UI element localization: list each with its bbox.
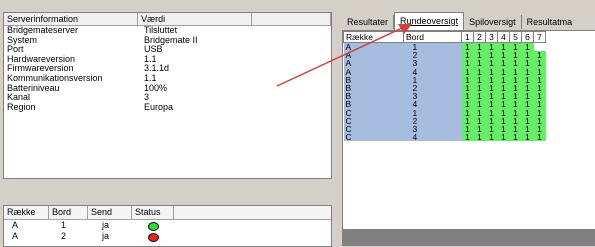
tab-resultatma[interactable]: Resultatma — [522, 15, 578, 29]
tab-rundeoversigt[interactable]: Rundeoversigt — [394, 12, 465, 30]
status-row-status — [142, 231, 183, 242]
grid-header-round[interactable]: 7 — [533, 31, 546, 43]
server-info-value: USB — [144, 44, 163, 55]
header-status[interactable]: Status — [132, 206, 174, 219]
server-info-value: 100% — [144, 82, 168, 93]
status-row-raekke: A — [12, 231, 19, 241]
status-dot-icon — [148, 233, 159, 242]
server-info-key: System — [7, 34, 38, 45]
tab-bar: Resultater Rundeoversigt Spiloversigt Re… — [342, 12, 577, 30]
server-info-row[interactable]: Region Europa — [4, 101, 331, 113]
server-info-value: Europa — [144, 101, 174, 112]
grid-header-round[interactable]: 5 — [509, 31, 522, 43]
header-bord[interactable]: Bord — [49, 206, 88, 219]
tab-spiloversigt[interactable]: Spiloversigt — [464, 15, 522, 29]
status-row-send: ja — [102, 231, 110, 241]
status-row-status — [142, 220, 183, 231]
round-overview-grid-panel: Række Bord 1234567 A1111111A21111111A311… — [342, 30, 595, 246]
server-info-rows: Bridgemateserver Tilsluttet System Bridgema… — [4, 25, 331, 113]
grid-cell-round: 1 — [497, 133, 510, 142]
grid-cell-round: 1 — [509, 133, 522, 142]
server-info-row[interactable]: Batteriniveau 100% — [4, 82, 331, 94]
grid-cell-raekke: C — [343, 133, 404, 142]
header-raekke[interactable]: Række — [4, 206, 49, 219]
status-row-raekke: A — [12, 220, 19, 230]
status-list-header: Række Bord Send Status — [4, 206, 331, 220]
grid-cell-round: 1 — [461, 133, 474, 142]
grid-cell-raekke: A — [343, 42, 404, 52]
grid-cell-raekke: A — [343, 51, 404, 60]
header-vaerdi[interactable]: Værdi — [138, 13, 253, 25]
server-info-row[interactable]: System Bridgemate II — [4, 34, 331, 46]
server-info-key: Region — [7, 101, 36, 112]
status-list-rows: A 1 ja A 2 ja — [4, 220, 331, 242]
grid-header-round[interactable]: 3 — [485, 31, 498, 43]
round-table-header: Række Bord 1234567 — [343, 31, 546, 43]
round-overview-table: Række Bord 1234567 A1111111A21111111A311… — [343, 31, 546, 142]
grid-cell-raekke: C — [343, 108, 404, 117]
header-send[interactable]: Send — [88, 206, 132, 219]
grid-header-round[interactable]: 6 — [521, 31, 534, 43]
grid-header-bord[interactable]: Bord — [403, 31, 462, 43]
grid-cell-raekke: B — [343, 100, 404, 109]
grid-cell-round: 1 — [473, 133, 486, 142]
grid-row[interactable]: C41111111 — [343, 133, 546, 142]
grid-cell-round: 1 — [533, 133, 546, 142]
grid-header-raekke[interactable]: Række — [343, 31, 404, 43]
grid-cell-raekke: C — [343, 125, 404, 133]
status-row-bord: 2 — [61, 231, 67, 241]
server-info-value: 3.1.1d — [144, 63, 170, 74]
grid-header-round[interactable]: 4 — [497, 31, 510, 43]
status-row-send: ja — [102, 220, 110, 230]
status-row-bord: 1 — [61, 220, 67, 230]
grid-cell-raekke: B — [343, 92, 404, 101]
header-serverinformation[interactable]: Serverinformation — [4, 13, 139, 25]
grid-cell-raekke: A — [343, 59, 404, 68]
grid-cell-raekke: C — [343, 116, 404, 125]
grid-cell-bord: 4 — [403, 133, 462, 142]
grid-cell-round: 1 — [485, 133, 498, 142]
grid-cell-round: 1 — [521, 133, 534, 142]
status-row[interactable]: A 1 ja — [4, 220, 331, 231]
status-row[interactable]: A 2 ja — [4, 231, 331, 242]
status-list-panel: Række Bord Send Status A 1 ja A 2 ja — [3, 205, 332, 247]
tab-resultater[interactable]: Resultater — [342, 15, 395, 29]
grid-cell-raekke: B — [343, 84, 404, 92]
grid-header-round[interactable]: 1 — [461, 31, 474, 43]
header-empty[interactable] — [252, 13, 331, 25]
grid-cell-raekke: A — [343, 67, 404, 76]
grid-header-round[interactable]: 2 — [473, 31, 486, 43]
grid-cell-raekke: B — [343, 75, 404, 84]
status-dot-icon — [148, 222, 159, 231]
server-info-panel: Serverinformation Værdi Bridgemateserver… — [3, 12, 332, 179]
grid-empty-area — [343, 229, 595, 246]
